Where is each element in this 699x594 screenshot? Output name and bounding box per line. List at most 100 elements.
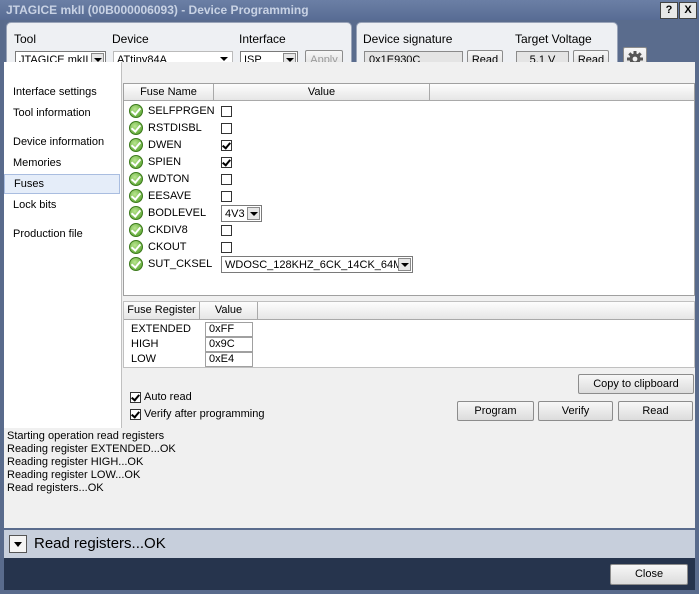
interface-label: Interface bbox=[239, 32, 286, 46]
fuse-name: WDTON bbox=[148, 173, 190, 185]
read-button[interactable]: Read bbox=[618, 401, 693, 421]
fuse-select[interactable]: 4V3 bbox=[221, 205, 262, 222]
fuse-name: SUT_CKSEL bbox=[148, 258, 213, 270]
verify-after-programming-label: Verify after programming bbox=[144, 408, 265, 420]
check-circle-icon bbox=[129, 104, 143, 118]
fuse-name: DWEN bbox=[148, 139, 182, 151]
nav-item-memories[interactable]: Memories bbox=[4, 154, 120, 174]
nav-item-production-file[interactable]: Production file bbox=[4, 225, 120, 245]
check-circle-icon bbox=[129, 206, 143, 220]
grid-header-filler bbox=[430, 84, 694, 101]
auto-read-label: Auto read bbox=[144, 391, 192, 403]
log-line: Reading register HIGH...OK bbox=[7, 456, 144, 468]
check-circle-icon bbox=[129, 223, 143, 237]
fuse-row: WDTON bbox=[124, 171, 684, 188]
verify-button[interactable]: Verify bbox=[538, 401, 613, 421]
fuse-row: SPIEN bbox=[124, 154, 684, 171]
grid-header-filler bbox=[258, 302, 694, 320]
fuse-name: RSTDISBL bbox=[148, 122, 202, 134]
log-line: Starting operation read registers bbox=[7, 430, 165, 442]
nav-item-label: Lock bits bbox=[13, 199, 57, 211]
fuse-name-header[interactable]: Fuse Name bbox=[124, 84, 214, 101]
fuse-row: DWEN bbox=[124, 137, 684, 154]
help-button[interactable]: ? bbox=[660, 2, 678, 19]
fuse-name: CKDIV8 bbox=[148, 224, 188, 236]
nav-item-interface-settings[interactable]: Interface settings bbox=[4, 83, 120, 103]
registers-grid: Fuse Register Value EXTENDED 0xFF HIGH 0x9C… bbox=[123, 301, 695, 368]
log-line: Reading register LOW...OK bbox=[7, 469, 141, 481]
check-circle-icon bbox=[129, 257, 143, 271]
fuse-row: EESAVE bbox=[124, 188, 684, 205]
fuse-select[interactable]: WDOSC_128KHZ_6CK_14CK_64MS bbox=[221, 256, 413, 273]
fuse-checkbox[interactable] bbox=[221, 106, 232, 117]
register-name-header[interactable]: Fuse Register bbox=[124, 302, 200, 320]
fuse-checkbox[interactable] bbox=[221, 191, 232, 202]
register-value-field[interactable]: 0x9C bbox=[205, 337, 253, 352]
fuse-row: SUT_CKSEL WDOSC_128KHZ_6CK_14CK_64MS bbox=[124, 256, 684, 273]
fuse-checkbox[interactable] bbox=[221, 140, 232, 151]
fuse-select-value: WDOSC_128KHZ_6CK_14CK_64MS bbox=[225, 259, 410, 271]
nav-item-tool-information[interactable]: Tool information bbox=[4, 104, 120, 124]
fuse-row: BODLEVEL 4V3 bbox=[124, 205, 684, 222]
title-bar[interactable]: JTAGICE mkII (00B000006093) - Device Pro… bbox=[0, 0, 699, 20]
nav-item-lock-bits[interactable]: Lock bits bbox=[4, 196, 120, 216]
register-value-field[interactable]: 0xE4 bbox=[205, 352, 253, 367]
check-circle-icon bbox=[129, 155, 143, 169]
nav-item-label: Device information bbox=[13, 136, 105, 148]
check-circle-icon bbox=[129, 240, 143, 254]
copy-to-clipboard-button[interactable]: Copy to clipboard bbox=[578, 374, 694, 394]
fuse-name: CKOUT bbox=[148, 241, 187, 253]
log-line: Read registers...OK bbox=[7, 482, 104, 494]
register-row: EXTENDED 0xFF bbox=[124, 322, 690, 337]
fuse-row: CKDIV8 bbox=[124, 222, 684, 239]
status-bar: Read registers...OK bbox=[4, 530, 695, 558]
check-circle-icon bbox=[129, 189, 143, 203]
window-title: JTAGICE mkII (00B000006093) - Device Pro… bbox=[6, 3, 309, 17]
fuse-value-header[interactable]: Value bbox=[214, 84, 430, 101]
log-line: Reading register EXTENDED...OK bbox=[7, 443, 176, 455]
nav-item-label: Production file bbox=[13, 228, 83, 240]
fuse-row: SELFPRGEN bbox=[124, 103, 684, 120]
auto-read-checkbox[interactable] bbox=[130, 392, 141, 403]
nav-item-label: Memories bbox=[13, 157, 62, 169]
register-value-header[interactable]: Value bbox=[200, 302, 258, 320]
close-window-button[interactable]: X bbox=[679, 2, 697, 19]
register-row: HIGH 0x9C bbox=[124, 337, 690, 352]
device-programming-window: JTAGICE mkII (00B000006093) - Device Pro… bbox=[0, 0, 699, 594]
fuse-select-value: 4V3 bbox=[225, 208, 245, 220]
register-name: LOW bbox=[131, 353, 157, 365]
fuse-row: RSTDISBL bbox=[124, 120, 684, 137]
check-circle-icon bbox=[129, 121, 143, 135]
nav-item-label: Fuses bbox=[14, 178, 44, 190]
fuse-name: BODLEVEL bbox=[148, 207, 207, 219]
main-panel: Interface settings Tool information Devi… bbox=[4, 62, 695, 428]
nav-item-device-information[interactable]: Device information bbox=[4, 133, 120, 153]
device-label: Device bbox=[112, 32, 149, 46]
fuse-row: CKOUT bbox=[124, 239, 684, 256]
verify-after-programming-checkbox[interactable] bbox=[130, 409, 141, 420]
fuses-grid: Fuse Name Value SELFPRGEN RSTDISBL DWEN SPI… bbox=[123, 83, 695, 296]
fuse-checkbox[interactable] bbox=[221, 174, 232, 185]
fuse-checkbox[interactable] bbox=[221, 242, 232, 253]
fuse-checkbox[interactable] bbox=[221, 157, 232, 168]
program-button[interactable]: Program bbox=[457, 401, 534, 421]
register-row: LOW 0xE4 bbox=[124, 352, 690, 367]
footer-bar: Close bbox=[4, 558, 695, 590]
nav-item-label: Interface settings bbox=[13, 86, 97, 98]
expand-log-button[interactable] bbox=[9, 535, 27, 553]
fuse-checkbox[interactable] bbox=[221, 225, 232, 236]
voltage-label: Target Voltage bbox=[515, 32, 592, 46]
check-circle-icon bbox=[129, 172, 143, 186]
register-name: HIGH bbox=[131, 338, 159, 350]
register-value-field[interactable]: 0xFF bbox=[205, 322, 253, 337]
fuse-checkbox[interactable] bbox=[221, 123, 232, 134]
sidebar-nav: Interface settings Tool information Devi… bbox=[4, 62, 122, 428]
output-log[interactable]: Starting operation read registers Readin… bbox=[4, 428, 695, 528]
nav-item-label: Tool information bbox=[13, 107, 91, 119]
close-button[interactable]: Close bbox=[610, 564, 688, 585]
chevron-down-icon bbox=[247, 207, 260, 220]
fuse-name: EESAVE bbox=[148, 190, 192, 202]
chevron-down-icon bbox=[398, 258, 411, 271]
check-circle-icon bbox=[129, 138, 143, 152]
nav-item-fuses[interactable]: Fuses bbox=[4, 174, 120, 194]
